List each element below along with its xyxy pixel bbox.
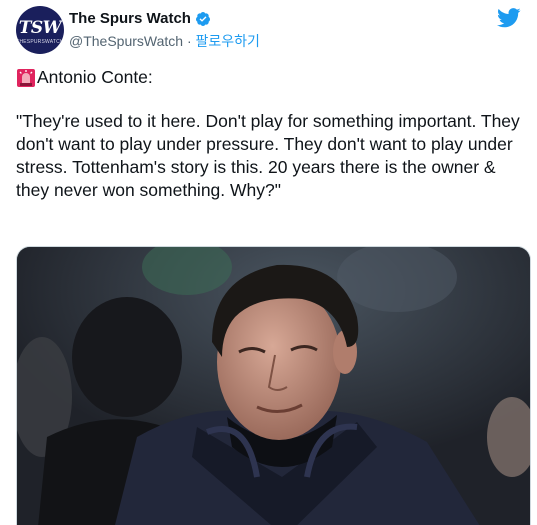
tweet-line-speaker: Antonio Conte: — [37, 67, 153, 87]
tweet-attribution-line: Antonio Conte: — [16, 66, 526, 89]
tweet-card: TSW THESPURSWATCH The Spurs Watch @TheSp… — [0, 0, 537, 525]
author-handle[interactable]: @TheSpursWatch — [69, 33, 183, 49]
twitter-bird-icon[interactable] — [497, 8, 521, 28]
author-name-row: The Spurs Watch — [69, 10, 211, 27]
avatar-subtext: THESPURSWATCH — [16, 38, 64, 45]
tweet-media-photo[interactable] — [16, 246, 531, 525]
verified-badge-icon — [195, 11, 210, 26]
author-display-name[interactable]: The Spurs Watch — [69, 10, 191, 27]
avatar-monogram: TSW — [18, 17, 62, 38]
avatar[interactable]: TSW THESPURSWATCH — [16, 6, 64, 54]
follow-link[interactable]: 팔로우하기 — [196, 33, 260, 49]
handle-separator: · — [183, 33, 196, 49]
tweet-text: Antonio Conte: "They're used to it here.… — [16, 66, 526, 202]
rotating-light-emoji-icon — [17, 68, 35, 87]
author-handle-row: @TheSpursWatch · 팔로우하기 — [69, 31, 260, 51]
photo-conte-illustration — [17, 247, 530, 525]
tweet-quote: "They're used to it here. Don't play for… — [16, 111, 525, 200]
